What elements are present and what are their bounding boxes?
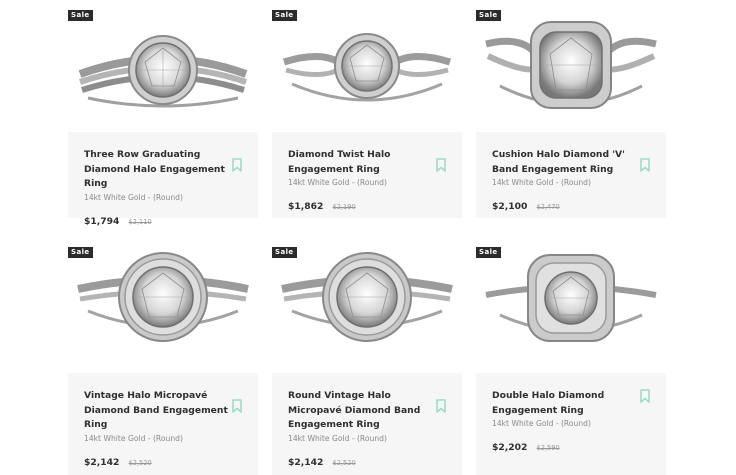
product-card[interactable]: Sale Round Vintage Halo Micropavé Diamon… bbox=[272, 241, 462, 475]
product-image[interactable]: Sale bbox=[476, 241, 666, 363]
price-row: $2,202 $2,590 bbox=[492, 435, 650, 454]
ring-image bbox=[485, 21, 657, 109]
product-image[interactable]: Sale bbox=[476, 4, 666, 128]
product-image[interactable]: Sale bbox=[68, 241, 258, 363]
product-info: Diamond Twist Halo Engagement Ring 14kt … bbox=[272, 132, 462, 218]
sale-price: $2,142 bbox=[84, 456, 120, 468]
product-image[interactable]: Sale bbox=[68, 4, 258, 128]
product-metal: 14kt White Gold - (Round) bbox=[288, 178, 387, 187]
bookmark-icon[interactable] bbox=[639, 389, 651, 403]
sale-price: $1,862 bbox=[288, 201, 324, 212]
sale-badge: Sale bbox=[476, 247, 501, 258]
sale-badge: Sale bbox=[68, 10, 93, 21]
original-price: $2,590 bbox=[536, 444, 560, 452]
product-card[interactable]: Sale Diamond Twist Halo Engagement Ring … bbox=[272, 4, 462, 218]
product-name[interactable]: Double Halo Diamond Engagement Ring bbox=[492, 389, 642, 418]
bookmark-icon[interactable] bbox=[435, 158, 447, 172]
ring-image bbox=[485, 254, 657, 342]
price-row: $2,142 $2,520 bbox=[288, 450, 446, 469]
price-row: $2,100 $2,470 bbox=[492, 194, 650, 213]
price-row: $2,142 $2,520 bbox=[84, 450, 242, 469]
product-metal: 14kt White Gold - (Round) bbox=[84, 192, 183, 202]
product-image[interactable]: Sale bbox=[272, 4, 462, 128]
original-price: $2,520 bbox=[332, 458, 356, 467]
product-metal: 14kt White Gold - (Round) bbox=[492, 419, 591, 428]
product-card[interactable]: Sale Cushion Halo Diamond 'V' Band Engag… bbox=[476, 4, 666, 218]
product-image[interactable]: Sale bbox=[272, 241, 462, 363]
sale-price: $2,202 bbox=[492, 442, 528, 453]
bookmark-icon[interactable] bbox=[639, 158, 651, 172]
product-metal: 14kt White Gold - (Round) bbox=[84, 433, 183, 443]
product-metal: 14kt White Gold - (Round) bbox=[492, 178, 591, 187]
product-info: Double Halo Diamond Engagement Ring 14kt… bbox=[476, 373, 666, 475]
sale-price: $2,100 bbox=[492, 201, 528, 212]
ring-image bbox=[77, 252, 249, 342]
bookmark-icon[interactable] bbox=[231, 158, 243, 172]
product-name[interactable]: Round Vintage Halo Micropavé Diamond Ban… bbox=[288, 389, 438, 433]
product-card[interactable]: Sale Three Row Graduating Diamond Halo E… bbox=[68, 4, 258, 227]
product-card[interactable]: Sale Double Halo Diamond Engagement Ring… bbox=[476, 241, 666, 475]
product-info: Vintage Halo Micropavé Diamond Band Enga… bbox=[68, 373, 258, 475]
ring-image bbox=[281, 252, 453, 342]
bookmark-icon[interactable] bbox=[231, 399, 243, 413]
product-card[interactable]: Sale Vintage Halo Micropavé Diamond Band… bbox=[68, 241, 258, 475]
ring-image bbox=[78, 35, 248, 108]
price-row: $1,794 $2,110 bbox=[84, 209, 242, 228]
product-info: Three Row Graduating Diamond Halo Engage… bbox=[68, 132, 258, 227]
sale-price: $2,142 bbox=[288, 456, 324, 468]
sale-price: $1,794 bbox=[84, 215, 120, 227]
price-row: $1,862 $2,190 bbox=[288, 194, 446, 213]
sale-badge: Sale bbox=[272, 247, 297, 258]
ring-image bbox=[282, 33, 452, 102]
product-name[interactable]: Cushion Halo Diamond 'V' Band Engagement… bbox=[492, 148, 642, 177]
product-name[interactable]: Vintage Halo Micropavé Diamond Band Enga… bbox=[84, 389, 234, 433]
product-name[interactable]: Three Row Graduating Diamond Halo Engage… bbox=[84, 148, 234, 192]
product-info: Cushion Halo Diamond 'V' Band Engagement… bbox=[476, 132, 666, 218]
product-metal: 14kt White Gold - (Round) bbox=[288, 433, 387, 443]
sale-badge: Sale bbox=[272, 10, 297, 21]
original-price: $2,110 bbox=[128, 217, 152, 226]
product-info: Round Vintage Halo Micropavé Diamond Ban… bbox=[272, 373, 462, 475]
sale-badge: Sale bbox=[476, 10, 501, 21]
original-price: $2,190 bbox=[332, 203, 356, 211]
product-name[interactable]: Diamond Twist Halo Engagement Ring bbox=[288, 148, 438, 177]
sale-badge: Sale bbox=[68, 247, 93, 258]
original-price: $2,470 bbox=[536, 203, 560, 211]
original-price: $2,520 bbox=[128, 458, 152, 467]
bookmark-icon[interactable] bbox=[435, 399, 447, 413]
